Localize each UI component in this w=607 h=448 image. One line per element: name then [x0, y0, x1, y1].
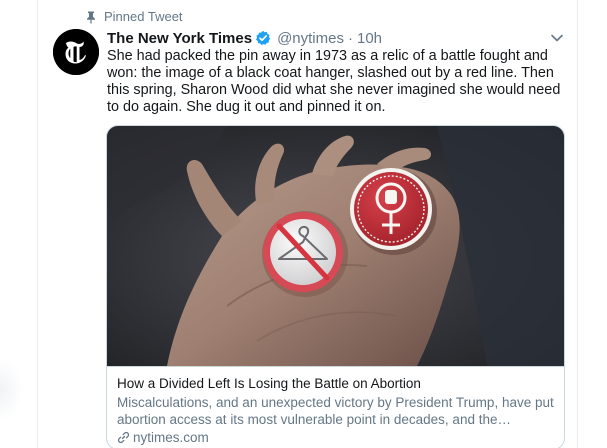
card-title: How a Divided Left Is Losing the Battle … [117, 376, 421, 391]
nyt-logo-icon [53, 29, 99, 75]
pin-icon [87, 11, 95, 24]
avatar[interactable] [53, 29, 99, 75]
card-image [107, 126, 564, 366]
coat-hanger-pin [262, 211, 348, 297]
timeline-border-right [577, 0, 578, 448]
verified-badge-icon [256, 30, 271, 45]
link-icon [117, 431, 130, 444]
tweet-text: She had packed the pin away in 1973 as a… [107, 48, 561, 115]
timeline-border-left [37, 0, 38, 448]
tweet-header: The New York Times @nytimes · 10h [107, 29, 382, 47]
card-body: How a Divided Left Is Losing the Battle … [107, 366, 564, 448]
card-domain: nytimes.com [117, 430, 209, 445]
left-edge-shadow [0, 360, 22, 420]
chevron-down-icon[interactable] [550, 31, 564, 45]
tweet-timestamp[interactable]: 10h [357, 30, 382, 47]
pinned-indicator: Pinned Tweet [84, 9, 183, 25]
card-domain-label: nytimes.com [133, 430, 209, 445]
author-name[interactable]: The New York Times [107, 30, 252, 47]
pinned-label: Pinned Tweet [104, 9, 183, 24]
twitter-profile-timeline: Pinned Tweet The New York Times @nytimes… [0, 0, 607, 448]
link-card[interactable]: How a Divided Left Is Losing the Battle … [106, 125, 565, 448]
separator-dot: · [347, 29, 353, 47]
author-handle[interactable]: @nytimes [277, 30, 344, 47]
card-description: Miscalculations, and an unexpected victo… [117, 395, 554, 427]
